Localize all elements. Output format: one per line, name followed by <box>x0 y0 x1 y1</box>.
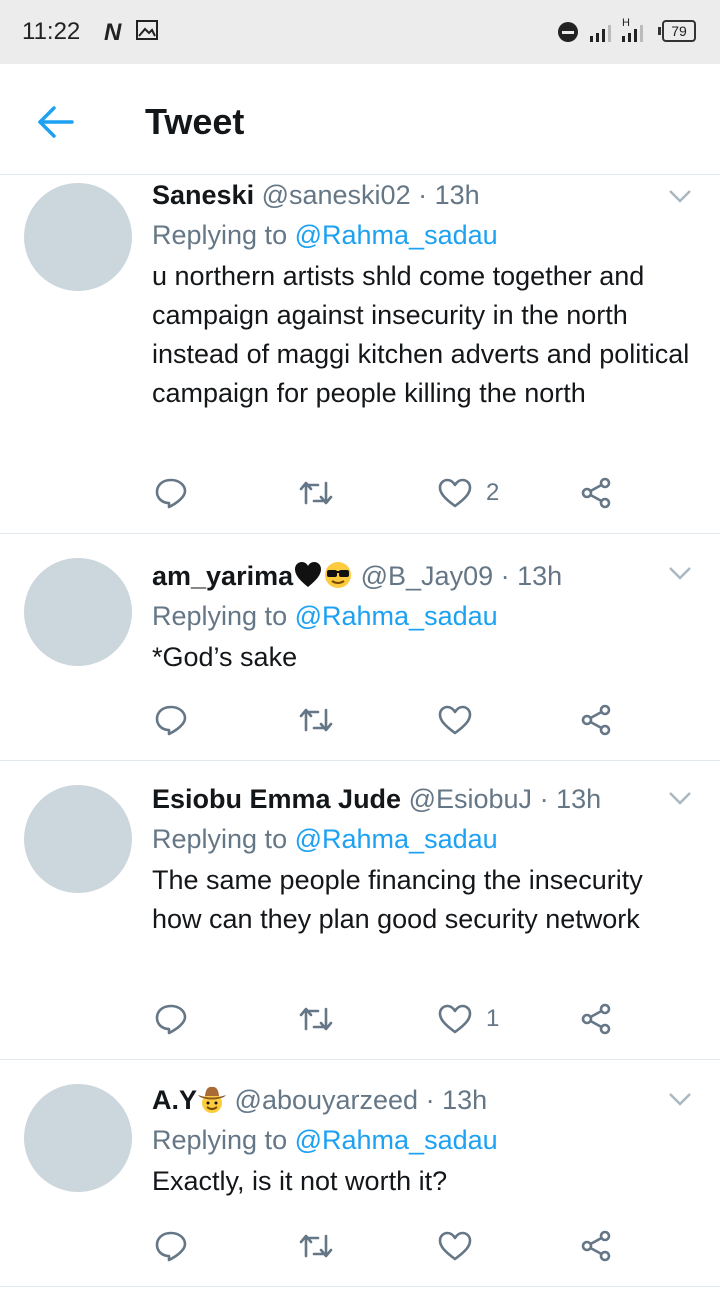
mention-link[interactable]: @Rahma_sadau <box>295 1125 498 1155</box>
replying-to: Replying to @Rahma_sadau <box>152 217 692 253</box>
share-icon <box>581 477 611 509</box>
like-button[interactable] <box>438 1228 486 1264</box>
retweet-icon <box>299 708 333 732</box>
reply-button[interactable] <box>154 1001 188 1037</box>
tweet-item[interactable]: am_yarima @B_Jay09 · 13h Replying to @Ra… <box>0 534 720 761</box>
heart-icon <box>438 1231 472 1261</box>
tweet-time: 13h <box>442 1085 488 1115</box>
reply-button[interactable] <box>154 1228 188 1264</box>
retweet-icon <box>299 481 333 505</box>
tweet-item[interactable]: Saneski @saneski02 · 13h Replying to @Ra… <box>0 175 720 534</box>
share-button[interactable] <box>580 702 612 738</box>
black-heart-emoji-icon <box>295 562 322 587</box>
avatar[interactable] <box>24 1084 132 1192</box>
like-button[interactable]: 2 <box>438 475 499 511</box>
separator: · <box>539 784 549 814</box>
notification-n-icon: N <box>104 19 122 46</box>
avatar[interactable] <box>24 558 132 666</box>
author-handle[interactable]: @EsiobuJ <box>409 784 532 814</box>
tweet-text: u northern artists shld come together an… <box>152 261 690 408</box>
tweet-actions: 1 <box>152 1001 622 1037</box>
reply-button[interactable] <box>154 475 188 511</box>
share-button[interactable] <box>580 1001 612 1037</box>
tweet-header: Esiobu Emma Jude @EsiobuJ · 13h <box>152 781 692 817</box>
reply-icon <box>155 1004 187 1035</box>
reply-icon <box>155 705 187 736</box>
retweet-button[interactable] <box>298 702 334 738</box>
tweet-text: *God’s sake <box>152 642 298 672</box>
replying-to: Replying to @Rahma_sadau <box>152 821 692 857</box>
tweet-time: 13h <box>434 180 480 210</box>
status-bar: 11:22 N H 79 <box>0 0 720 64</box>
tweet-header: Saneski @saneski02 · 13h <box>152 177 692 213</box>
mention-link[interactable]: @Rahma_sadau <box>295 824 498 854</box>
share-button[interactable] <box>580 475 612 511</box>
like-count: 2 <box>486 479 500 506</box>
retweet-button[interactable] <box>298 475 334 511</box>
cowboy-emoji-icon <box>198 1086 227 1113</box>
tweet-item[interactable]: A.Y @abouyarzeed · 13h Replying to @Rahm… <box>0 1060 720 1287</box>
replying-label: Replying to <box>152 601 288 631</box>
heart-icon <box>438 1004 472 1034</box>
back-arrow-icon[interactable] <box>36 104 76 140</box>
retweet-button[interactable] <box>298 1001 334 1037</box>
like-count: 1 <box>486 1005 500 1032</box>
tweet-text: Exactly, is it not worth it? <box>152 1166 448 1196</box>
retweet-icon <box>299 1007 333 1031</box>
sunglasses-emoji-icon <box>325 562 352 588</box>
like-button[interactable]: 1 <box>438 1001 499 1037</box>
author-handle[interactable]: @abouyarzeed <box>235 1085 419 1115</box>
tweet-actions <box>152 1228 622 1264</box>
tweet-header: A.Y @abouyarzeed · 13h <box>152 1082 692 1118</box>
app-bar: Tweet <box>0 64 720 175</box>
tweet-time: 13h <box>517 561 563 591</box>
avatar[interactable] <box>24 183 132 291</box>
status-time: 11:22 <box>22 18 81 45</box>
author-name[interactable]: A.Y <box>152 1085 197 1115</box>
share-icon <box>581 1230 611 1262</box>
reply-icon <box>155 1231 187 1262</box>
share-icon <box>581 1003 611 1035</box>
share-icon <box>581 704 611 736</box>
avatar[interactable] <box>24 785 132 893</box>
tweet-text: The same people financing the insecurity… <box>152 865 643 934</box>
do-not-disturb-icon <box>558 22 578 42</box>
replying-label: Replying to <box>152 220 288 250</box>
mention-link[interactable]: @Rahma_sadau <box>295 220 498 250</box>
tweet-item[interactable]: Esiobu Emma Jude @EsiobuJ · 13h Replying… <box>0 761 720 1060</box>
like-button[interactable] <box>438 702 486 738</box>
heart-icon <box>438 705 472 735</box>
author-name[interactable]: Saneski <box>152 180 254 210</box>
heart-icon <box>438 478 472 508</box>
author-handle[interactable]: @saneski02 <box>262 180 411 210</box>
tweet-header: am_yarima @B_Jay09 · 13h <box>152 558 692 594</box>
separator: · <box>418 180 428 210</box>
tweet-time: 13h <box>556 784 602 814</box>
replying-label: Replying to <box>152 1125 288 1155</box>
image-notification-icon <box>136 20 158 40</box>
reply-button[interactable] <box>154 702 188 738</box>
reply-icon <box>155 478 187 509</box>
battery-icon: 79 <box>658 20 696 42</box>
retweet-button[interactable] <box>298 1228 334 1264</box>
replies-feed: Saneski @saneski02 · 13h Replying to @Ra… <box>0 175 720 1287</box>
signal-h-icon: H <box>622 17 643 42</box>
page-title: Tweet <box>145 101 245 142</box>
author-handle[interactable]: @B_Jay09 <box>361 561 493 591</box>
tweet-actions <box>152 702 622 738</box>
author-name[interactable]: Esiobu Emma Jude <box>152 784 401 814</box>
author-name[interactable]: am_yarima <box>152 561 293 591</box>
replying-label: Replying to <box>152 824 288 854</box>
mention-link[interactable]: @Rahma_sadau <box>295 601 498 631</box>
replying-to: Replying to @Rahma_sadau <box>152 1122 692 1158</box>
svg-text:H: H <box>622 17 630 29</box>
replying-to: Replying to @Rahma_sadau <box>152 598 692 634</box>
share-button[interactable] <box>580 1228 612 1264</box>
separator: · <box>425 1085 435 1115</box>
retweet-icon <box>299 1234 333 1258</box>
signal-icon <box>590 25 611 42</box>
separator: · <box>500 561 510 591</box>
tweet-actions: 2 <box>152 475 622 511</box>
